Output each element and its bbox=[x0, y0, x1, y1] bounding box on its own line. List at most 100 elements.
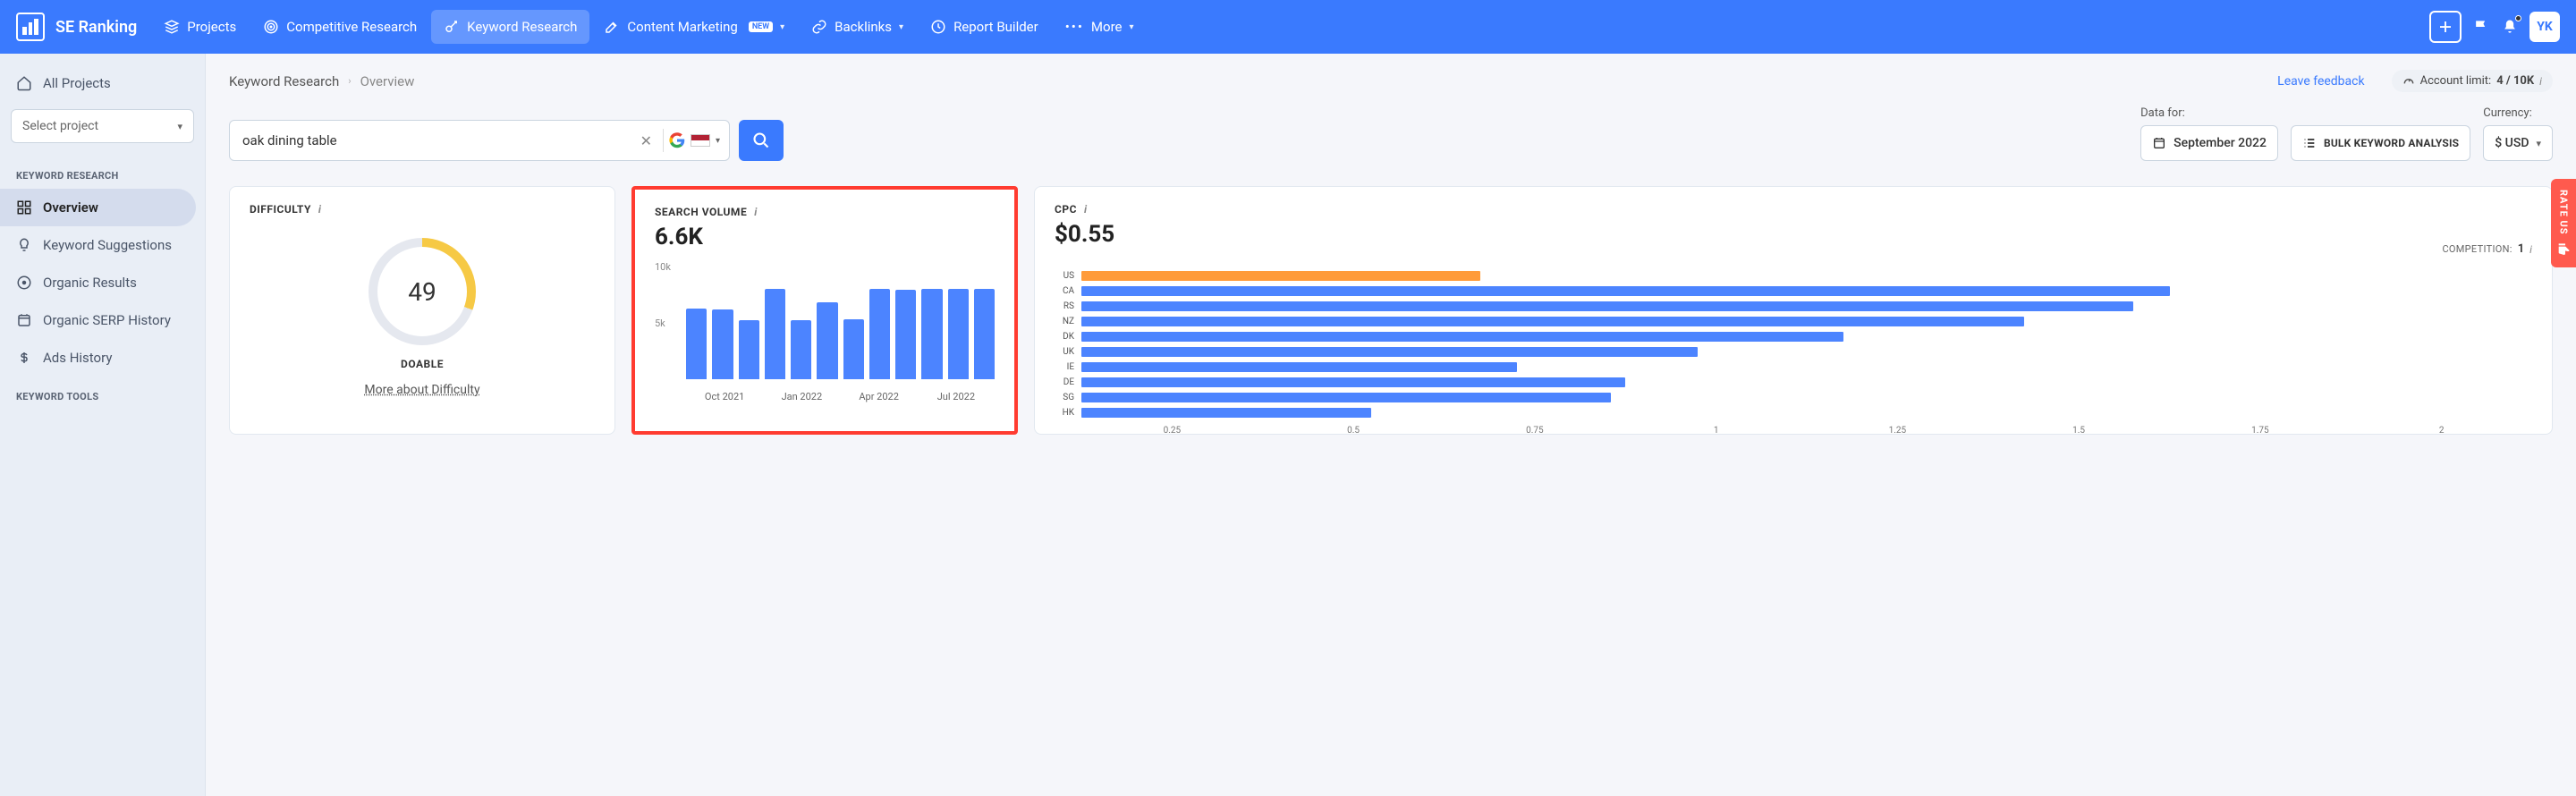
date-selector[interactable]: September 2022 bbox=[2140, 125, 2278, 161]
currency-selector[interactable]: $ USD ▾ bbox=[2483, 125, 2553, 161]
nav-report-label: Report Builder bbox=[953, 19, 1038, 35]
bulb-icon bbox=[16, 237, 32, 253]
list-plus-icon bbox=[2302, 136, 2317, 150]
info-icon[interactable]: i bbox=[2529, 243, 2532, 256]
notifications-button[interactable] bbox=[2501, 18, 2519, 36]
nav-items: Projects Competitive Research Keyword Re… bbox=[151, 10, 1146, 44]
chevron-down-icon: ▾ bbox=[780, 22, 784, 32]
chart-bar bbox=[921, 289, 942, 379]
search-engine-selector[interactable]: ▾ bbox=[669, 132, 720, 148]
keyword-input[interactable] bbox=[242, 132, 635, 148]
chart-bar bbox=[1081, 332, 1843, 342]
search-volume-chart: 5k10k Oct 2021Jan 2022Apr 2022Jul 2022 bbox=[655, 259, 995, 402]
nav-keyword[interactable]: Keyword Research bbox=[431, 10, 589, 44]
chevron-right-icon: › bbox=[348, 75, 351, 87]
calendar-icon bbox=[2152, 136, 2166, 150]
search-volume-title: SEARCH VOLUME bbox=[655, 206, 747, 218]
sidebar-all-projects[interactable]: All Projects bbox=[0, 64, 205, 102]
cpc-country-row: CA bbox=[1055, 284, 2532, 299]
bulk-label: BULK KEYWORD ANALYSIS bbox=[2324, 137, 2459, 149]
sidebar-overview[interactable]: Overview bbox=[0, 189, 196, 226]
home-icon bbox=[16, 75, 32, 91]
metric-cards: DIFFICULTY i 49 DOABLE More about Diffic… bbox=[229, 186, 2553, 435]
sidebar-suggestions-label: Keyword Suggestions bbox=[43, 237, 172, 253]
chart-bar bbox=[1081, 317, 2024, 326]
rate-us-label: RATE US bbox=[2558, 190, 2570, 235]
edit-icon bbox=[604, 19, 620, 35]
nav-content[interactable]: Content Marketing NEW ▾ bbox=[591, 10, 797, 44]
chart-bar bbox=[974, 289, 995, 379]
info-icon[interactable]: i bbox=[2539, 75, 2542, 88]
nav-report[interactable]: Report Builder bbox=[918, 10, 1051, 44]
nav-more[interactable]: ••• More ▾ bbox=[1053, 10, 1147, 44]
chart-bar bbox=[1081, 408, 1371, 418]
info-icon[interactable]: i bbox=[318, 203, 322, 216]
sidebar-suggestions[interactable]: Keyword Suggestions bbox=[0, 226, 205, 264]
sidebar-ads-history[interactable]: Ads History bbox=[0, 339, 205, 377]
google-icon bbox=[669, 132, 685, 148]
difficulty-value: 49 bbox=[408, 277, 436, 307]
breadcrumb-root[interactable]: Keyword Research bbox=[229, 73, 339, 89]
key-icon bbox=[444, 19, 460, 35]
x-tick-label: 1.25 bbox=[1807, 426, 1988, 436]
grid-icon bbox=[16, 199, 32, 216]
sidebar-overview-label: Overview bbox=[43, 199, 98, 216]
y-tick-label: 5k bbox=[655, 318, 665, 329]
user-avatar[interactable]: YK bbox=[2529, 12, 2560, 42]
flag-button[interactable] bbox=[2472, 18, 2490, 36]
cpc-country-row: UK bbox=[1055, 344, 2532, 360]
info-icon[interactable]: i bbox=[754, 206, 758, 218]
dots-icon: ••• bbox=[1065, 19, 1084, 35]
bulk-analysis-button[interactable]: BULK KEYWORD ANALYSIS bbox=[2291, 125, 2470, 161]
info-icon[interactable]: i bbox=[1084, 203, 1088, 216]
breadcrumb: Keyword Research › Overview bbox=[229, 73, 414, 89]
clear-input-button[interactable]: ✕ bbox=[635, 132, 657, 149]
select-project-dropdown[interactable]: Select project ▾ bbox=[11, 109, 194, 143]
chart-bar bbox=[1081, 301, 2133, 311]
chart-bar bbox=[765, 289, 785, 379]
cpc-country-row: DK bbox=[1055, 329, 2532, 344]
cpc-card: CPC i $0.55 COMPETITION: 1 i USCARSNZDKU… bbox=[1034, 186, 2553, 435]
search-volume-card: SEARCH VOLUME i 6.6K 5k10k Oct 2021Jan 2… bbox=[631, 186, 1018, 435]
country-code: NZ bbox=[1055, 317, 1074, 326]
x-tick-label: 1 bbox=[1625, 426, 1807, 436]
nav-content-label: Content Marketing bbox=[627, 19, 737, 35]
data-for-control: Data for: September 2022 bbox=[2140, 106, 2278, 161]
nav-backlinks[interactable]: Backlinks ▾ bbox=[799, 10, 916, 44]
chart-bar bbox=[817, 302, 837, 379]
circle-dot-icon bbox=[16, 275, 32, 291]
select-project-placeholder: Select project bbox=[22, 119, 98, 133]
cpc-country-row: NZ bbox=[1055, 314, 2532, 329]
chart-bar bbox=[948, 289, 969, 379]
x-tick-label: 2 bbox=[2351, 426, 2532, 436]
sidebar-serp-history[interactable]: Organic SERP History bbox=[0, 301, 205, 339]
chart-bar bbox=[791, 320, 811, 379]
search-group: ✕ ▾ bbox=[229, 120, 784, 161]
brand[interactable]: SE Ranking bbox=[16, 13, 137, 41]
account-limit-badge: Account limit: 4 / 10K i bbox=[2392, 70, 2553, 92]
more-difficulty-link[interactable]: More about Difficulty bbox=[364, 383, 479, 397]
sidebar-section-keyword-tools: KEYWORD TOOLS bbox=[0, 377, 205, 410]
x-tick-label: Jul 2022 bbox=[918, 391, 995, 402]
nav-projects[interactable]: Projects bbox=[151, 10, 249, 44]
account-limit-label: Account limit: bbox=[2420, 74, 2492, 88]
search-button[interactable] bbox=[739, 120, 784, 161]
x-tick-label: 1.5 bbox=[1988, 426, 2170, 436]
x-tick-label: Oct 2021 bbox=[686, 391, 763, 402]
sidebar-organic-results[interactable]: Organic Results bbox=[0, 264, 205, 301]
cpc-country-row: SG bbox=[1055, 390, 2532, 405]
chart-bar bbox=[1081, 393, 1611, 402]
flag-icon bbox=[2472, 18, 2490, 36]
chevron-down-icon: ▾ bbox=[716, 136, 720, 146]
nav-competitive[interactable]: Competitive Research bbox=[250, 10, 429, 44]
x-tick-label: Apr 2022 bbox=[841, 391, 918, 402]
rate-us-tab[interactable]: RATE US bbox=[2551, 179, 2576, 267]
add-button[interactable] bbox=[2429, 11, 2462, 43]
main-content: Keyword Research › Overview Leave feedba… bbox=[206, 54, 2576, 796]
search-icon bbox=[752, 131, 770, 149]
link-icon bbox=[811, 19, 827, 35]
sidebar-serp-history-label: Organic SERP History bbox=[43, 312, 171, 328]
chevron-down-icon: ▾ bbox=[177, 121, 182, 132]
gauge-icon bbox=[2402, 75, 2415, 88]
leave-feedback-link[interactable]: Leave feedback bbox=[2277, 74, 2364, 89]
